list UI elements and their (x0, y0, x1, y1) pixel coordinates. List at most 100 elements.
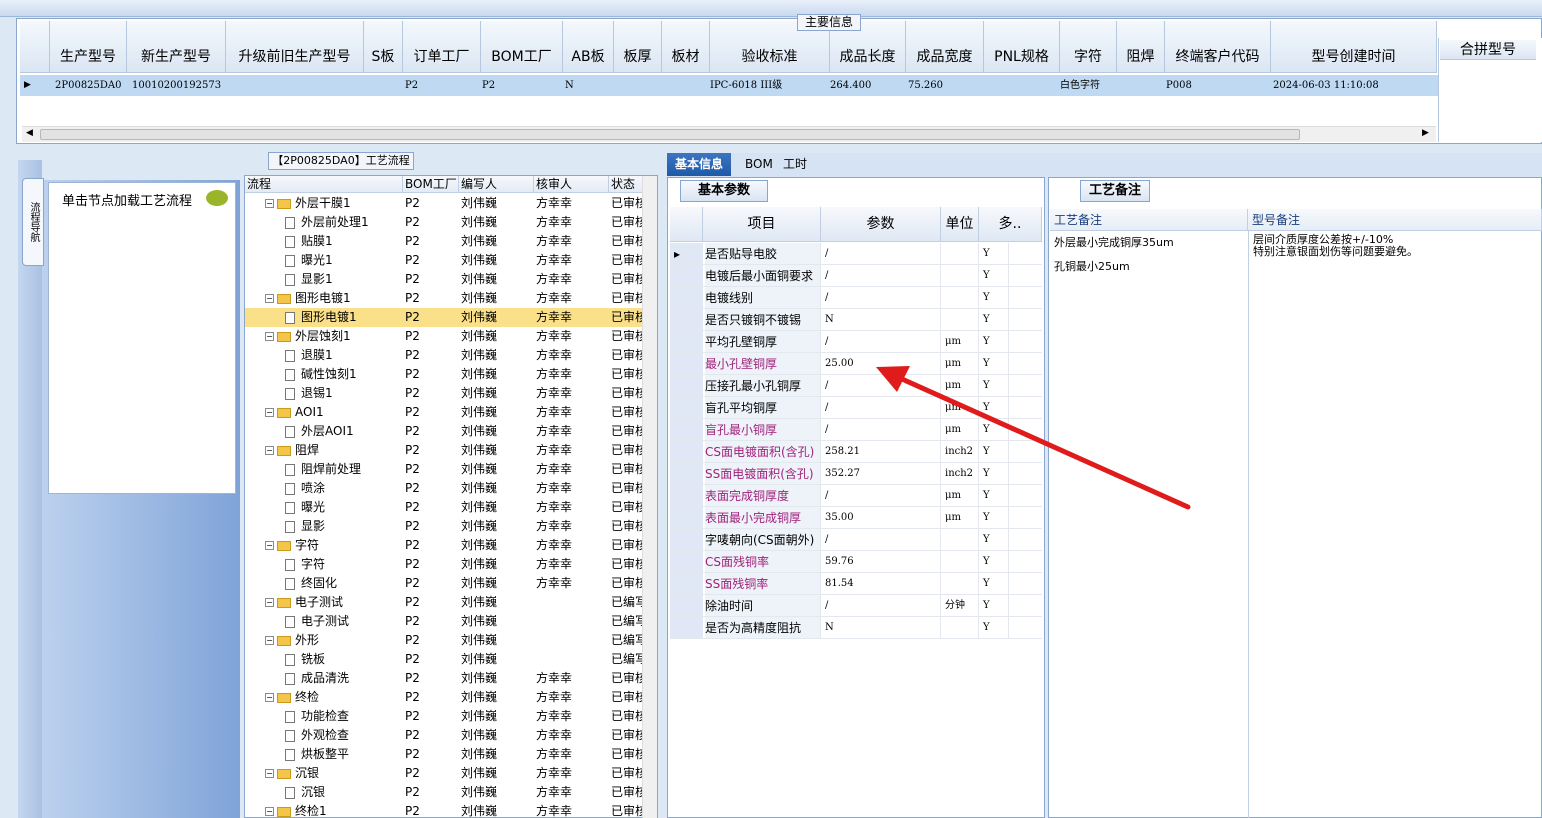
cell-width[interactable]: 75.260 (908, 75, 943, 96)
tree-node[interactable]: 喷涂 (285, 479, 415, 498)
param-value[interactable]: / (823, 331, 941, 352)
tree-row[interactable]: −电子测试P2刘伟巍已编写 (245, 593, 645, 612)
collapse-icon[interactable]: − (265, 693, 274, 702)
cell-standard[interactable]: IPC-6018 III级 (710, 75, 782, 96)
tree-node[interactable]: 烘板整平 (285, 745, 415, 764)
param-value[interactable]: / (823, 397, 941, 418)
column-header[interactable]: AB板 (563, 21, 614, 73)
tree-row[interactable]: −字符P2刘伟巍方幸幸已审核 (245, 536, 645, 555)
tree-column-header[interactable]: 流程 (245, 176, 403, 193)
param-row[interactable]: 是否只镀铜不镀锡 N Y (670, 309, 1042, 331)
param-row[interactable]: 盲孔最小铜厚 / μm Y (670, 419, 1042, 441)
params-column-header[interactable]: 项目 (703, 207, 821, 242)
tree-node[interactable]: − 终检 (265, 688, 395, 707)
param-row[interactable]: 电镀线别 / Y (670, 287, 1042, 309)
tree-row[interactable]: 喷涂P2刘伟巍方幸幸已审核 (245, 479, 645, 498)
column-header[interactable]: PNL规格 (984, 21, 1060, 73)
tree-node[interactable]: − 图形电镀1 (265, 289, 395, 308)
param-value[interactable]: / (823, 419, 941, 440)
tree-row[interactable]: −阻焊P2刘伟巍方幸幸已审核 (245, 441, 645, 460)
tree-column-header[interactable]: 核审人 (534, 176, 609, 193)
param-row[interactable]: 平均孔壁铜厚 / μm Y (670, 331, 1042, 353)
tree-row[interactable]: 功能检查P2刘伟巍方幸幸已审核 (245, 707, 645, 726)
tree-node[interactable]: 阻焊前处理 (285, 460, 415, 479)
collapse-icon[interactable]: − (265, 598, 274, 607)
tree-row[interactable]: 阻焊前处理P2刘伟巍方幸幸已审核 (245, 460, 645, 479)
column-header[interactable]: 终端客户代码 (1165, 21, 1271, 73)
column-header[interactable]: 字符 (1060, 21, 1117, 73)
process-tree[interactable]: 流程BOM工厂编写人核审人状态−外层干膜1P2刘伟巍方幸幸已审核外层前处理1P2… (244, 175, 658, 818)
tree-node[interactable]: − 阻焊 (265, 441, 395, 460)
tree-node[interactable]: 显影 (285, 517, 415, 536)
param-value[interactable]: 35.00 (823, 507, 941, 528)
tree-row[interactable]: −外形P2刘伟巍已编写 (245, 631, 645, 650)
cell-char[interactable]: 白色字符 (1060, 75, 1100, 96)
column-header[interactable]: 板材 (662, 21, 710, 73)
process-note-2[interactable]: 孔铜最小25um (1054, 258, 1130, 274)
tree-node[interactable]: − AOI1 (265, 403, 395, 422)
params-column-header[interactable]: 多.. (979, 207, 1042, 242)
column-header[interactable]: 新生产型号 (127, 21, 226, 73)
tree-node[interactable]: 外层前处理1 (285, 213, 415, 232)
row-selector[interactable]: ▸ (670, 243, 703, 264)
param-row[interactable]: 是否为高精度阻抗 N Y (670, 617, 1042, 639)
tree-node[interactable]: 功能检查 (285, 707, 415, 726)
tree-node[interactable]: 终固化 (285, 574, 415, 593)
tree-row[interactable]: 电子测试P2刘伟巍已编写 (245, 612, 645, 631)
tree-row[interactable]: 曝光1P2刘伟巍方幸幸已审核 (245, 251, 645, 270)
param-value[interactable]: / (823, 529, 941, 550)
collapse-icon[interactable]: − (265, 636, 274, 645)
param-value[interactable]: / (823, 243, 941, 264)
tree-node[interactable]: 退锡1 (285, 384, 415, 403)
tree-node[interactable]: 外层AOI1 (285, 422, 415, 441)
param-value[interactable]: 258.21 (823, 441, 941, 462)
tree-row[interactable]: −图形电镀1P2刘伟巍方幸幸已审核 (245, 289, 645, 308)
param-value[interactable]: / (823, 375, 941, 396)
column-header[interactable]: 订单工厂 (403, 21, 481, 73)
tree-node[interactable]: − 终检1 (265, 802, 395, 817)
tree-row[interactable]: −终检P2刘伟巍方幸幸已审核 (245, 688, 645, 707)
param-value[interactable]: 81.54 (823, 573, 941, 594)
tree-row[interactable]: 贴膜1P2刘伟巍方幸幸已审核 (245, 232, 645, 251)
collapse-icon[interactable]: − (265, 541, 274, 550)
tree-node[interactable]: 图形电镀1 (285, 308, 415, 327)
column-header[interactable]: BOM工厂 (481, 21, 563, 73)
tree-row[interactable]: −外层干膜1P2刘伟巍方幸幸已审核 (245, 194, 645, 213)
tree-node[interactable]: − 字符 (265, 536, 395, 555)
param-value[interactable]: N (823, 309, 941, 330)
tree-row[interactable]: 终固化P2刘伟巍方幸幸已审核 (245, 574, 645, 593)
column-header[interactable]: 生产型号 (50, 21, 127, 73)
param-value[interactable]: / (823, 485, 941, 506)
param-row[interactable]: 除油时间 / 分钟 Y (670, 595, 1042, 617)
row-selector[interactable] (670, 397, 703, 418)
cell-ab[interactable]: N (565, 75, 574, 96)
cell-new-model[interactable]: 10010200192573 (132, 75, 221, 96)
tree-node[interactable]: 铣板 (285, 650, 415, 669)
scroll-right-icon[interactable]: ▶ (1422, 128, 1429, 138)
tab-basic[interactable]: 基本信息 (667, 153, 732, 176)
row-selector[interactable] (670, 331, 703, 352)
params-column-header[interactable]: 单位 (941, 207, 979, 242)
tree-column-header[interactable]: 编写人 (459, 176, 534, 193)
nav-tab[interactable]: 流程导航 (22, 178, 44, 266)
column-header[interactable]: 升级前旧生产型号 (226, 21, 364, 73)
collapse-icon[interactable]: − (265, 199, 274, 208)
collapse-icon[interactable]: − (265, 446, 274, 455)
tree-row[interactable]: 退锡1P2刘伟巍方幸幸已审核 (245, 384, 645, 403)
row-selector[interactable] (670, 441, 703, 462)
tree-row[interactable]: 沉银P2刘伟巍方幸幸已审核 (245, 783, 645, 802)
tree-node[interactable]: 电子测试 (285, 612, 415, 631)
row-selector[interactable] (670, 419, 703, 440)
tree-node[interactable]: − 沉银 (265, 764, 395, 783)
column-header[interactable]: 板厚 (614, 21, 662, 73)
splitter[interactable] (0, 145, 1542, 153)
tree-row[interactable]: 外观检查P2刘伟巍方幸幸已审核 (245, 726, 645, 745)
tree-row[interactable]: 烘板整平P2刘伟巍方幸幸已审核 (245, 745, 645, 764)
column-header[interactable]: 阻焊 (1117, 21, 1165, 73)
cell-length[interactable]: 264.400 (830, 75, 871, 96)
row-selector[interactable] (670, 573, 703, 594)
param-value[interactable]: / (823, 595, 941, 616)
column-header[interactable]: 型号创建时间 (1271, 21, 1437, 73)
row-selector[interactable] (670, 309, 703, 330)
tree-row[interactable]: 退膜1P2刘伟巍方幸幸已审核 (245, 346, 645, 365)
